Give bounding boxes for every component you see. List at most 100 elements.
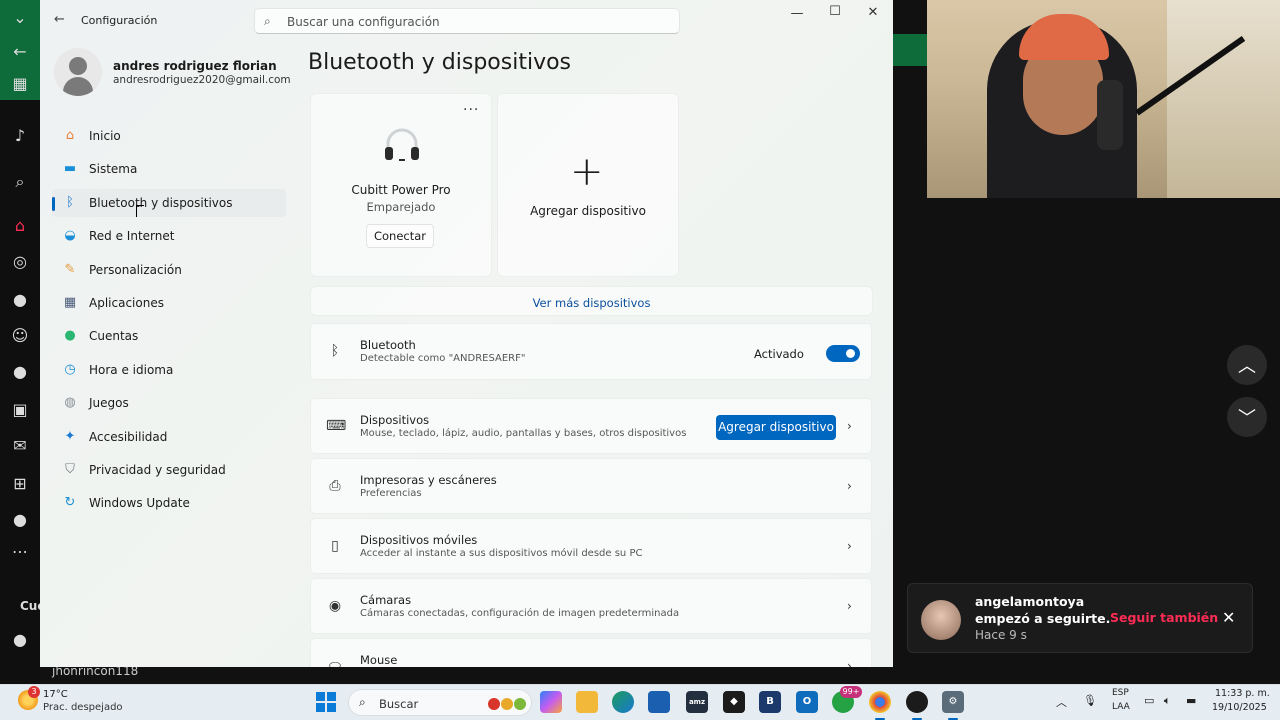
row-title: Dispositivos móviles bbox=[360, 533, 478, 547]
more-devices-link[interactable]: Ver más dispositivos bbox=[310, 286, 873, 316]
battery-icon[interactable]: ▬ bbox=[1186, 694, 1196, 707]
settings-row[interactable]: ⎙ Impresoras y escáneres Preferencias › bbox=[310, 458, 872, 514]
chrome-icon[interactable] bbox=[869, 691, 891, 720]
avatar[interactable] bbox=[54, 48, 102, 96]
avatar[interactable]: ● bbox=[8, 288, 32, 312]
store-icon[interactable] bbox=[648, 691, 670, 713]
sidebar-item-label: Inicio bbox=[89, 129, 121, 143]
home-icon[interactable]: ⌂ bbox=[8, 214, 32, 238]
settings-window: ← Configuración ⌕ Buscar una configuraci… bbox=[40, 0, 893, 667]
follow-back-button[interactable]: Seguir también bbox=[1110, 610, 1218, 625]
obs-icon[interactable] bbox=[906, 691, 928, 720]
network-icon[interactable]: ▭ bbox=[1144, 694, 1154, 707]
sidebar-item-cuentas[interactable]: ● Cuentas bbox=[52, 322, 286, 350]
sidebar-item-label: Accesibilidad bbox=[89, 429, 168, 444]
more-icon[interactable]: ⋯ bbox=[8, 540, 32, 564]
close-icon[interactable]: ✕ bbox=[1222, 608, 1235, 627]
accessibility-icon: ✦ bbox=[64, 428, 76, 444]
clock-date[interactable]: 19/10/2025 bbox=[1212, 702, 1267, 713]
explore-icon[interactable]: ◎ bbox=[8, 250, 32, 274]
printer-icon: ⎙ bbox=[329, 478, 341, 494]
sidebar-item-sistema[interactable]: ▬ Sistema bbox=[52, 155, 286, 183]
browser-tab-strip bbox=[893, 34, 927, 66]
amazon-icon[interactable]: amz bbox=[686, 691, 708, 713]
add-device-card[interactable]: + Agregar dispositivo bbox=[497, 93, 679, 277]
notification-user[interactable]: angelamontoya bbox=[975, 594, 1084, 609]
keyboard-layout[interactable]: LAA bbox=[1112, 702, 1130, 712]
settings-gear-icon[interactable]: ⚙ bbox=[942, 691, 964, 720]
sidebar-item-red[interactable]: ◒ Red e Internet bbox=[52, 222, 286, 250]
following-icon[interactable]: ☺ bbox=[8, 324, 32, 348]
search-input[interactable]: ⌕ Buscar una configuración bbox=[254, 8, 680, 34]
active-indicator bbox=[52, 196, 55, 211]
back-arrow-icon[interactable]: ← bbox=[54, 12, 65, 27]
bluetooth-toggle[interactable] bbox=[826, 345, 860, 362]
copilot-icon[interactable] bbox=[540, 691, 562, 713]
avatar[interactable]: ● bbox=[8, 628, 32, 652]
clock-globe-icon: ◷ bbox=[64, 361, 76, 377]
language-code[interactable]: ESP bbox=[1112, 688, 1129, 698]
file-explorer-icon[interactable] bbox=[576, 691, 598, 713]
search-icon: ⌕ bbox=[359, 695, 366, 709]
scroll-down-button[interactable]: ﹀ bbox=[1227, 397, 1267, 437]
clock-time[interactable]: 11:33 p. m. bbox=[1215, 688, 1270, 699]
back-arrow-icon[interactable]: ← bbox=[8, 40, 32, 64]
chevron-up-icon[interactable]: ︿ bbox=[1056, 694, 1067, 710]
gamepad-icon: ◍ bbox=[64, 395, 76, 411]
connect-button[interactable]: Conectar bbox=[366, 224, 434, 248]
outlook-icon[interactable]: O bbox=[796, 691, 818, 713]
sidebar-item-juegos[interactable]: ◍ Juegos bbox=[52, 389, 286, 417]
sidebar-item-privacidad[interactable]: ⛉ Privacidad y seguridad bbox=[52, 456, 286, 484]
bluetooth-icon: ᛒ bbox=[330, 343, 340, 359]
sidebar-item-bluetooth[interactable]: ᛒ Bluetooth y dispositivos bbox=[52, 188, 286, 217]
live-icon[interactable]: ▣ bbox=[8, 398, 32, 422]
tiktok-sidebar: ⌄ ← ▦ ♪ ⌕ ⌂ ◎ ● ☺ ● ▣ ✉ ⊞ ● ⋯ ● bbox=[0, 0, 40, 684]
search-icon[interactable]: ⌕ bbox=[8, 170, 32, 194]
tiktok-logo-icon[interactable]: ♪ bbox=[8, 124, 32, 148]
windows-start-icon[interactable] bbox=[316, 692, 336, 712]
settings-row[interactable]: ▯ Dispositivos móviles Acceder al instante… bbox=[310, 518, 872, 574]
avatar[interactable] bbox=[921, 600, 961, 640]
sidebar-item-personalización[interactable]: ✎ Personalización bbox=[52, 256, 286, 284]
apps-grid-icon[interactable]: ▦ bbox=[8, 72, 32, 96]
row-title: Impresoras y escáneres bbox=[360, 473, 497, 487]
avatar[interactable]: ● bbox=[8, 360, 32, 384]
add-device-button[interactable]: Agregar dispositivo bbox=[716, 415, 836, 440]
row-subtitle: Detectable como "ANDRESAERF" bbox=[360, 353, 526, 364]
dropbox-icon[interactable]: ◆ bbox=[723, 691, 745, 713]
weather-temp[interactable]: 17°C bbox=[43, 689, 68, 700]
home-icon: ⌂ bbox=[65, 128, 75, 143]
device-card[interactable]: ... Cubitt Power Pro Emparejado bbox=[310, 93, 492, 277]
settings-row[interactable]: ⬭ Mouse › bbox=[310, 638, 872, 667]
row-title: Cámaras bbox=[360, 593, 412, 607]
follow-notification: angelamontoya empezó a seguirte. Hace 9 … bbox=[907, 583, 1253, 653]
microphone-icon[interactable]: 🎙︎ bbox=[1083, 694, 1097, 707]
minimize-icon[interactable]: — bbox=[787, 6, 807, 21]
more-devices-label[interactable]: Ver más dispositivos bbox=[311, 296, 872, 310]
volume-icon[interactable]: 🔈︎ bbox=[1164, 694, 1171, 708]
sidebar-item-hora[interactable]: ◷ Hora e idioma bbox=[52, 356, 286, 384]
page-title: Bluetooth y dispositivos bbox=[308, 50, 572, 75]
more-options-icon[interactable]: ... bbox=[463, 98, 479, 114]
upload-icon[interactable]: ⊞ bbox=[8, 472, 32, 496]
sidebar-item-aplicaciones[interactable]: ▦ Aplicaciones bbox=[52, 289, 286, 317]
edge-icon[interactable] bbox=[612, 691, 634, 713]
messages-icon[interactable]: ✉ bbox=[8, 434, 32, 458]
taskbar-search[interactable]: ⌕ Buscar bbox=[348, 689, 532, 716]
sidebar-item-label: Cuentas bbox=[89, 329, 139, 344]
scroll-up-button[interactable]: ︿ bbox=[1227, 345, 1267, 385]
user-name: andres rodriguez florian bbox=[113, 59, 277, 73]
close-icon[interactable]: ✕ bbox=[863, 5, 883, 20]
weather-desc[interactable]: Prac. despejado bbox=[43, 702, 123, 713]
sidebar-item-inicio[interactable]: ⌂ Inicio bbox=[52, 122, 286, 150]
b-app-icon[interactable]: B bbox=[759, 691, 781, 713]
notification-message: empezó a seguirte. bbox=[975, 611, 1111, 626]
maximize-icon[interactable]: ☐ bbox=[825, 4, 845, 19]
avatar[interactable]: ● bbox=[8, 508, 32, 532]
sidebar-item-accesibilidad[interactable]: ✦ Accesibilidad bbox=[52, 423, 286, 451]
chevron-down-icon[interactable]: ⌄ bbox=[8, 6, 32, 30]
settings-row[interactable]: ◉ Cámaras Cámaras conectadas, configuració… bbox=[310, 578, 872, 634]
settings-row[interactable]: ⌨ Dispositivos Mouse, teclado, lápiz, audi… bbox=[310, 398, 872, 454]
sidebar-item-windows[interactable]: ↻ Windows Update bbox=[52, 489, 286, 517]
search-placeholder: Buscar una configuración bbox=[287, 15, 440, 29]
